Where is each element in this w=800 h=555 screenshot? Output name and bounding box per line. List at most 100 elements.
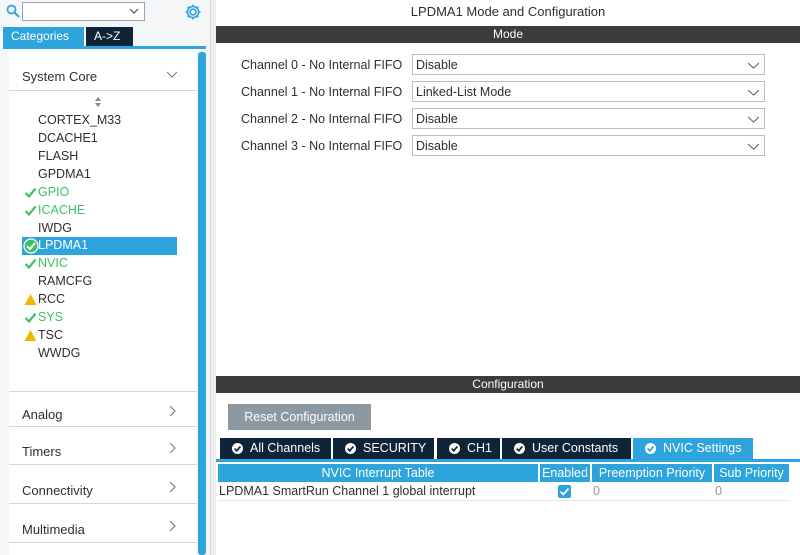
peripheral-label: RCC (38, 292, 66, 306)
peripheral-rcc[interactable]: RCC (22, 291, 177, 309)
category-label: Connectivity (22, 483, 93, 498)
tab-a-z[interactable]: A->Z (86, 27, 133, 46)
peripheral-label: RAMCFG (38, 274, 93, 288)
warning-icon (24, 294, 37, 305)
peripheral-label: CORTEX_M33 (38, 113, 122, 127)
tab-label: User Constants (532, 441, 619, 455)
category-label: Multimedia (22, 522, 85, 537)
mode-header: Mode (216, 26, 800, 43)
peripheral-ramcfg[interactable]: RAMCFG (22, 273, 177, 291)
warning-icon (24, 330, 37, 341)
peripheral-flash[interactable]: FLASH (22, 148, 177, 166)
column-header-preemption[interactable]: Preemption Priority (592, 464, 712, 482)
channel-0-label: Channel 0 - No Internal FIFO (241, 58, 403, 72)
check-icon (24, 312, 37, 324)
category-label: Analog (22, 407, 63, 422)
search-input[interactable] (22, 2, 145, 21)
chevron-down-icon (748, 116, 759, 123)
category-timers[interactable]: Timers (9, 429, 197, 465)
tab-label: NVIC Settings (663, 441, 742, 455)
check-icon (24, 258, 37, 270)
channel-1-label: Channel 1 - No Internal FIFO (241, 85, 403, 99)
tabs-underline (216, 459, 800, 462)
tab-nvic-settings[interactable]: NVIC Settings (633, 438, 753, 459)
peripheral-label: GPDMA1 (38, 167, 91, 181)
gear-icon[interactable] (184, 3, 202, 21)
scrollbar[interactable] (198, 52, 206, 555)
sort-icon[interactable] (93, 96, 103, 108)
left-panel: Categories A->Z System Core CORTEX_M33 D… (0, 0, 210, 555)
check-circle-icon (232, 443, 243, 454)
chevron-down-icon (748, 62, 759, 69)
tab-label: SECURITY (363, 441, 427, 455)
tab-all-channels[interactable]: All Channels (220, 438, 331, 459)
row-divider (218, 500, 789, 501)
column-header-enabled[interactable]: Enabled (540, 464, 590, 482)
channel-0-row: Channel 0 - No Internal FIFO Disable (241, 54, 766, 76)
peripheral-dcache1[interactable]: DCACHE1 (22, 130, 177, 148)
peripheral-lpdma1[interactable]: LPDMA1 (22, 237, 177, 255)
channel-0-select[interactable]: Disable (412, 54, 765, 75)
category-system-core[interactable]: System Core (9, 55, 197, 91)
check-circle-icon (345, 443, 356, 454)
check-circle-icon (23, 238, 39, 254)
check-circle-icon (514, 443, 525, 454)
tab-label: All Channels (250, 441, 321, 455)
configuration-header: Configuration (216, 376, 800, 393)
reset-configuration-button[interactable]: Reset Configuration (228, 404, 371, 430)
channel-3-value: Disable (416, 139, 458, 153)
tab-user-constants[interactable]: User Constants (502, 438, 631, 459)
channel-1-value: Linked-List Mode (416, 85, 512, 99)
search-icon[interactable] (6, 4, 20, 18)
category-analog[interactable]: Analog (9, 391, 197, 427)
category-connectivity[interactable]: Connectivity (9, 468, 197, 504)
peripheral-label: TSC (38, 328, 63, 342)
preemption-priority-cell[interactable]: 0 (593, 482, 711, 500)
check-icon (559, 487, 570, 496)
channel-3-select[interactable]: Disable (412, 135, 765, 156)
channel-3-label: Channel 3 - No Internal FIFO (241, 139, 403, 153)
chevron-down-icon (167, 71, 177, 78)
channel-2-row: Channel 2 - No Internal FIFO Disable (241, 108, 766, 130)
channel-1-select[interactable]: Linked-List Mode (412, 81, 765, 102)
check-circle-icon (449, 443, 460, 454)
channel-2-select[interactable]: Disable (412, 108, 765, 129)
tab-label: CH1 (467, 441, 493, 455)
peripheral-label: DCACHE1 (38, 131, 98, 145)
chevron-right-icon (169, 482, 176, 492)
tab-categories[interactable]: Categories (3, 27, 84, 46)
peripheral-wwdg[interactable]: WWDG (22, 345, 177, 363)
chevron-right-icon (169, 406, 176, 416)
peripheral-label: NVIC (38, 256, 68, 270)
check-circle-icon (645, 443, 656, 454)
peripheral-gpio[interactable]: GPIO (22, 184, 177, 202)
category-multimedia[interactable]: Multimedia (9, 507, 197, 543)
tab-ch1[interactable]: CH1 (437, 438, 500, 459)
panel-divider[interactable] (210, 0, 216, 555)
column-header-sub-priority[interactable]: Sub Priority (714, 464, 789, 482)
peripheral-iwdg[interactable]: IWDG (22, 220, 177, 238)
chevron-down-icon (748, 89, 759, 96)
peripheral-label: WWDG (38, 346, 81, 360)
chevron-right-icon (169, 443, 176, 453)
peripheral-nvic[interactable]: NVIC (22, 255, 177, 273)
peripheral-label: FLASH (38, 149, 79, 163)
page-title: LPDMA1 Mode and Configuration (410, 4, 606, 19)
peripheral-label: LPDMA1 (38, 238, 89, 252)
column-header-interrupt[interactable]: NVIC Interrupt Table (218, 464, 538, 482)
chevron-down-icon[interactable] (129, 6, 139, 16)
peripheral-sys[interactable]: SYS (22, 309, 177, 327)
check-icon (24, 187, 37, 199)
peripheral-gpdma1[interactable]: GPDMA1 (22, 166, 177, 184)
enabled-checkbox[interactable] (558, 485, 571, 498)
peripheral-cortex-m33[interactable]: CORTEX_M33 (22, 112, 177, 130)
tab-security[interactable]: SECURITY (333, 438, 434, 459)
channel-1-row: Channel 1 - No Internal FIFO Linked-List… (241, 81, 766, 103)
peripheral-tsc[interactable]: TSC (22, 327, 177, 345)
peripheral-label: SYS (38, 310, 64, 324)
sub-priority-cell[interactable]: 0 (715, 482, 789, 500)
peripheral-icache[interactable]: ICACHE (22, 202, 177, 220)
channel-2-label: Channel 2 - No Internal FIFO (241, 112, 403, 126)
tab-underline (3, 46, 206, 49)
chevron-right-icon (169, 521, 176, 531)
